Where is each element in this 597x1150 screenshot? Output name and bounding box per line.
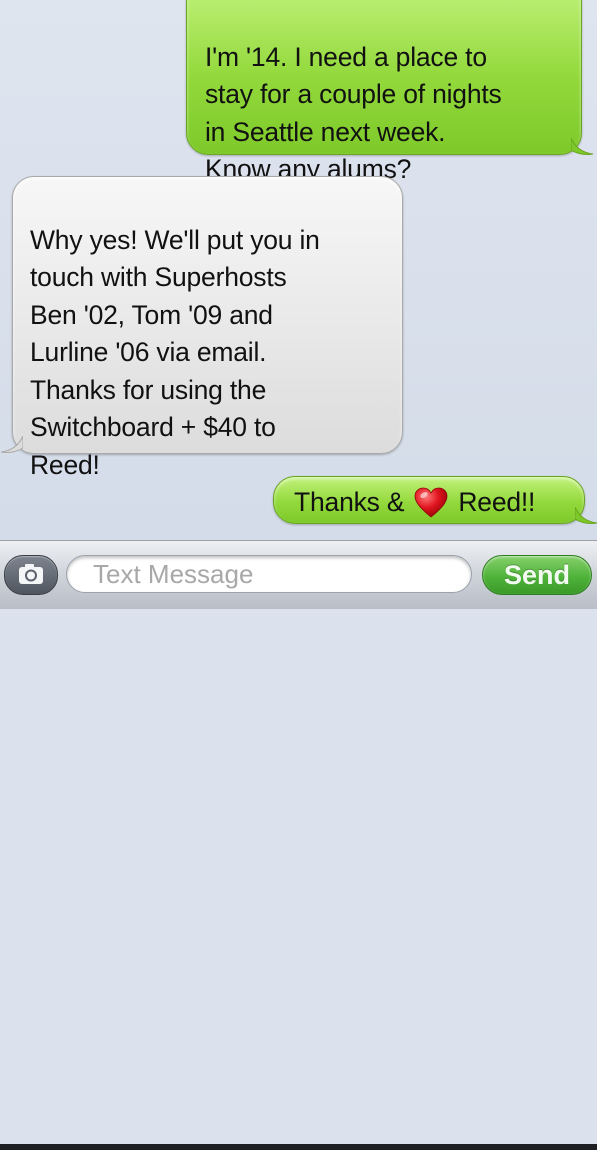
red-heart-icon (414, 487, 448, 518)
bubble-tail (1, 436, 23, 453)
text-message-input[interactable] (66, 555, 472, 593)
camera-button[interactable] (4, 555, 58, 595)
sent-message-bubble[interactable]: I'm '14. I need a place to stay for a co… (186, 0, 582, 184)
keyboard-edge (0, 1144, 597, 1150)
received-message-bubble[interactable]: Why yes! We'll put you in touch with Sup… (12, 176, 403, 480)
message-thread: I'm '14. I need a place to stay for a co… (0, 0, 597, 540)
message-text: Why yes! We'll put you in touch with Sup… (30, 224, 320, 480)
sent-message-bubble[interactable]: Thanks & Reed!! (273, 476, 585, 524)
camera-icon (19, 564, 43, 584)
message-text: I'm '14. I need a place to stay for a co… (205, 41, 502, 185)
bubble-tail (575, 507, 597, 524)
message-text-after: Reed!! (458, 486, 536, 517)
bubble-tail (571, 138, 593, 155)
message-text-before: Thanks & (294, 486, 405, 517)
send-button[interactable]: Send (482, 555, 592, 595)
message-composer: Send (0, 540, 597, 1150)
